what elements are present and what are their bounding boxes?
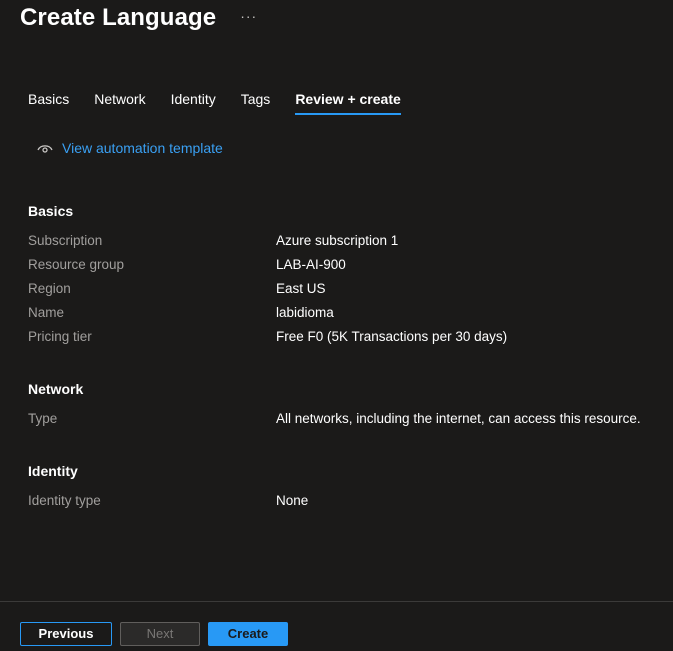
basics-section: Basics Subscription Azure subscription 1…	[28, 201, 648, 349]
tab-review-create[interactable]: Review + create	[295, 90, 401, 115]
row-label: Resource group	[28, 257, 125, 272]
view-automation-template-link[interactable]: View automation template	[36, 140, 223, 156]
eye-icon	[36, 141, 54, 155]
more-options-button[interactable]: ···	[240, 8, 257, 24]
row-label: Name	[28, 305, 65, 320]
summary-row: Subscription Azure subscription 1	[28, 229, 648, 253]
tab-identity[interactable]: Identity	[171, 90, 216, 113]
row-value: East US	[276, 281, 326, 296]
section-title-network: Network	[28, 381, 84, 397]
summary-row: Name labidioma	[28, 301, 648, 325]
tab-bar: Basics Network Identity Tags Review + cr…	[28, 90, 426, 115]
summary-row: Region East US	[28, 277, 648, 301]
row-value: Free F0 (5K Transactions per 30 days)	[276, 329, 508, 344]
view-automation-template-label: View automation template	[62, 140, 223, 156]
page-title: Create Language	[20, 4, 217, 31]
tab-tags[interactable]: Tags	[241, 90, 271, 113]
row-label: Subscription	[28, 233, 103, 248]
network-section: Network Type All networks, including the…	[28, 379, 648, 431]
summary-row: Identity type None	[28, 489, 648, 513]
row-value: labidioma	[276, 305, 334, 320]
row-label: Identity type	[28, 493, 101, 508]
row-value: All networks, including the internet, ca…	[276, 411, 641, 426]
row-value: Azure subscription 1	[276, 233, 399, 248]
row-value: None	[276, 493, 309, 508]
row-label: Type	[28, 411, 58, 426]
next-button[interactable]: Next	[120, 622, 200, 646]
page-header: Create Language ···	[20, 4, 257, 32]
identity-section: Identity Identity type None	[28, 461, 648, 513]
row-label: Pricing tier	[28, 329, 92, 344]
section-title-basics: Basics	[28, 203, 74, 219]
summary-row: Resource group LAB-AI-900	[28, 253, 648, 277]
footer-actions: Previous Next Create	[20, 622, 288, 646]
previous-button[interactable]: Previous	[20, 622, 112, 646]
summary-row: Type All networks, including the interne…	[28, 407, 648, 431]
section-title-identity: Identity	[28, 463, 78, 479]
create-button[interactable]: Create	[208, 622, 288, 646]
tab-basics[interactable]: Basics	[28, 90, 69, 113]
tab-network[interactable]: Network	[94, 90, 145, 113]
row-label: Region	[28, 281, 71, 296]
footer-divider	[0, 601, 673, 602]
summary-row: Pricing tier Free F0 (5K Transactions pe…	[28, 325, 648, 349]
row-value: LAB-AI-900	[276, 257, 346, 272]
